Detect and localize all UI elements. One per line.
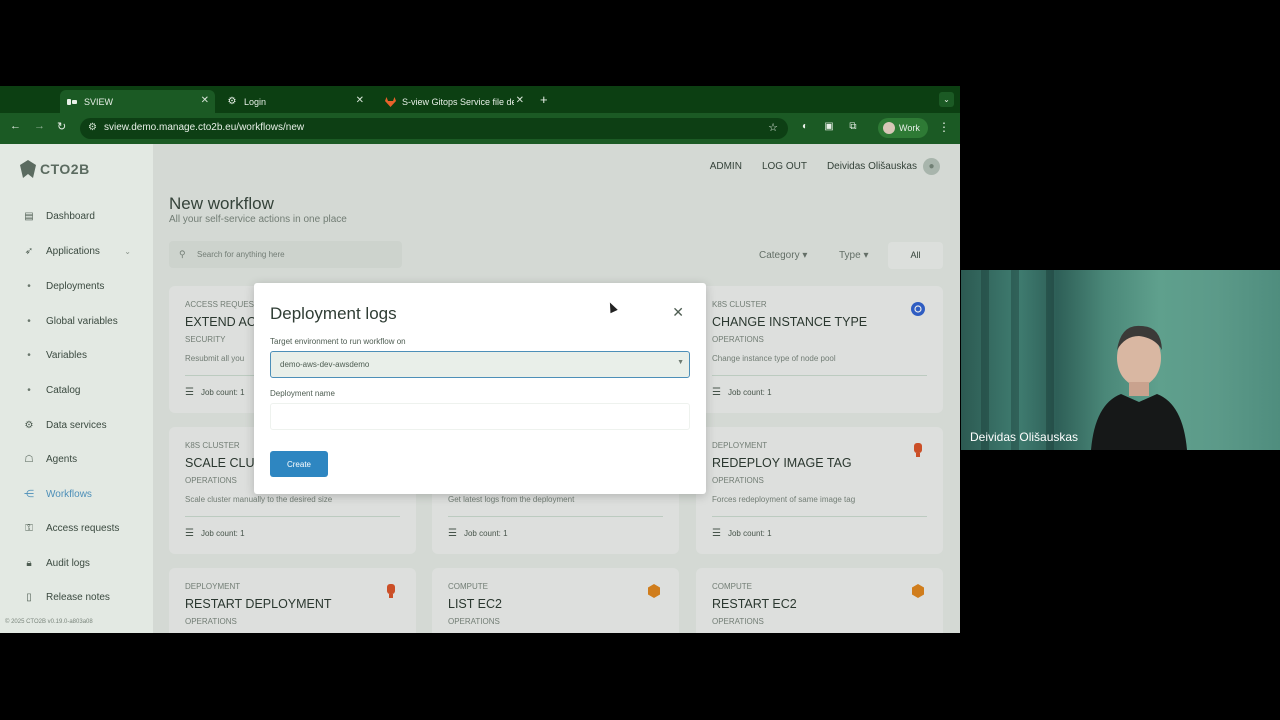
sidebar-item-audit-logs[interactable]: 🔒︎ Audit logs: [0, 551, 153, 575]
url-text: sview.demo.manage.cto2b.eu/workflows/new: [104, 122, 305, 133]
environment-value: demo-aws-dev-awsdemo: [280, 360, 370, 369]
sidebar-item-label: Audit logs: [46, 557, 90, 569]
sidebar-item-global-variables[interactable]: • Global variables: [0, 309, 153, 333]
screenshot-icon[interactable]: ▣: [823, 121, 835, 133]
gear-icon: ⚙: [24, 419, 34, 431]
extension-icon[interactable]: ◐: [799, 121, 811, 133]
sidebar-item-data-services[interactable]: ⚙ Data services: [0, 413, 153, 437]
workflow-icon: ⋲: [24, 488, 34, 500]
deployment-name-input[interactable]: [270, 403, 690, 430]
deployment-logs-modal: Deployment logs ✕ Target environment to …: [254, 283, 706, 494]
curtain-fold: [1011, 270, 1019, 450]
webcam-video: Deividas Olišauskas: [961, 270, 1280, 450]
close-icon[interactable]: ✕: [201, 95, 209, 106]
modal-title: Deployment logs: [270, 304, 397, 323]
sidebar: CTO2B ▤ Dashboard ➶ Applications ⌄ • Dep…: [0, 144, 153, 633]
profile-button[interactable]: Work: [878, 118, 928, 138]
reload-icon[interactable]: ↻: [57, 120, 66, 133]
sidebar-item-label: Data services: [46, 419, 107, 431]
sidebar-item-variables[interactable]: • Variables: [0, 343, 153, 367]
rocket-icon: ➶: [24, 245, 34, 257]
tab-gitlab[interactable]: S-view Gitops Service file de ✕: [378, 90, 530, 113]
sidebar-item-label: Global variables: [46, 315, 118, 327]
logo-text: CTO2B: [40, 161, 90, 177]
bullet-icon: •: [27, 384, 31, 396]
site-settings-icon[interactable]: ⚙: [88, 122, 97, 133]
profile-label: Work: [899, 123, 920, 133]
logo: CTO2B: [20, 160, 90, 178]
sidebar-item-label: Access requests: [46, 522, 120, 534]
puzzle-icon[interactable]: ⧉: [847, 121, 859, 133]
environment-label: Target environment to run workflow on: [270, 337, 406, 346]
deployment-name-label: Deployment name: [270, 389, 335, 398]
chevron-down-icon[interactable]: ⌄: [939, 92, 954, 107]
new-tab-icon[interactable]: +: [540, 92, 548, 107]
agent-icon: ☖: [24, 453, 34, 465]
key-icon: ⚿: [25, 522, 33, 534]
bullet-icon: •: [27, 349, 31, 361]
sidebar-item-deployments[interactable]: • Deployments: [0, 274, 153, 298]
chevron-down-icon: ⌄: [124, 246, 131, 256]
curtain-fold: [981, 270, 989, 450]
dashboard-icon: ▤: [24, 210, 34, 222]
logo-icon: [20, 160, 36, 178]
gitlab-icon: [384, 96, 396, 108]
sidebar-item-agents[interactable]: ☖ Agents: [0, 447, 153, 471]
close-icon[interactable]: ✕: [516, 95, 524, 106]
sidebar-item-label: Catalog: [46, 384, 81, 396]
avatar: [883, 122, 895, 134]
presenter-name: Deividas Olišauskas: [970, 430, 1079, 444]
tab-title: SVIEW: [84, 96, 114, 107]
close-icon[interactable]: ✕: [356, 95, 364, 106]
close-icon[interactable]: ✕: [672, 304, 684, 321]
tab-login[interactable]: ⚙ Login ✕: [220, 90, 370, 113]
sidebar-item-label: Workflows: [46, 488, 92, 500]
more-menu-icon[interactable]: ⋮: [938, 120, 950, 134]
sidebar-item-access-requests[interactable]: ⚿ Access requests: [0, 516, 153, 540]
tab-sview[interactable]: SVIEW ✕: [60, 90, 215, 113]
sidebar-item-dashboard[interactable]: ▤ Dashboard: [0, 204, 153, 228]
tab-title: Login: [244, 96, 267, 107]
back-arrow-icon[interactable]: ←: [10, 120, 21, 132]
tab-bar: SVIEW ✕ ⚙ Login ✕ S-view Gitops Service …: [0, 86, 960, 113]
sidebar-item-label: Agents: [46, 453, 78, 465]
sidebar-item-workflows[interactable]: ⋲ Workflows: [0, 482, 153, 506]
gear-icon: ⚙: [227, 96, 237, 107]
forward-arrow-icon[interactable]: →: [34, 120, 45, 132]
dropdown-arrow-icon: ▼: [677, 359, 684, 366]
bullet-icon: •: [27, 315, 31, 327]
address-bar[interactable]: ⚙ sview.demo.manage.cto2b.eu/workflows/n…: [80, 118, 788, 139]
browser-toolbar: ← → ↻ ⚙ sview.demo.manage.cto2b.eu/workf…: [0, 113, 960, 144]
notes-icon: ▯: [26, 591, 32, 603]
create-button[interactable]: Create: [270, 451, 328, 477]
version-footer: © 2025 CTO2B v0.19.0-a803a08: [5, 619, 93, 625]
sidebar-item-label: Variables: [46, 349, 87, 361]
sidebar-item-label: Release notes: [46, 591, 110, 603]
sidebar-item-label: Dashboard: [46, 210, 95, 222]
sidebar-item-label: Deployments: [46, 280, 105, 292]
bullet-icon: •: [27, 280, 31, 292]
sidebar-item-release-notes[interactable]: ▯ Release notes: [0, 585, 153, 609]
sidebar-item-catalog[interactable]: • Catalog: [0, 378, 153, 402]
sidebar-item-label: Applications: [46, 245, 100, 257]
sidebar-item-applications[interactable]: ➶ Applications ⌄: [0, 239, 153, 263]
lock-icon: 🔒︎: [26, 557, 32, 569]
bookmark-star-icon[interactable]: ☆: [768, 121, 778, 134]
tab-title: S-view Gitops Service file de: [402, 96, 514, 107]
curtain-fold: [1046, 270, 1054, 450]
environment-select[interactable]: demo-aws-dev-awsdemo ▼: [270, 351, 690, 378]
presenter-silhouette: [1091, 325, 1187, 450]
sview-favicon-icon: [66, 96, 78, 108]
